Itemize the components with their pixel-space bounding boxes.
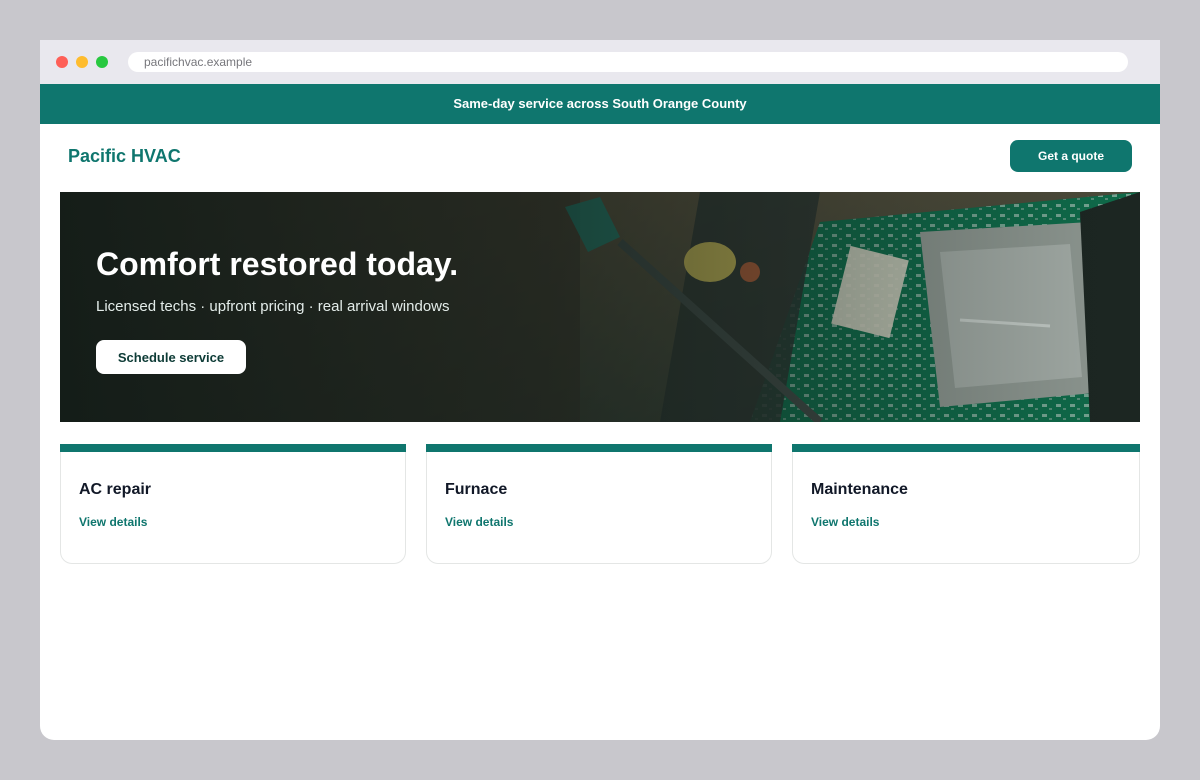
browser-window: pacifichvac.example Same-day service acr… — [40, 40, 1160, 740]
view-details-link[interactable]: View details — [445, 514, 513, 530]
get-quote-button[interactable]: Get a quote — [1010, 140, 1132, 172]
service-card-title: AC repair — [79, 481, 152, 498]
address-bar[interactable]: pacifichvac.example — [128, 52, 1128, 72]
hero-title: Comfort restored today. — [96, 246, 459, 282]
card-accent-bar — [426, 444, 772, 452]
close-window-dot[interactable] — [56, 56, 68, 68]
card-accent-bar — [60, 444, 406, 452]
hero-banner: Comfort restored today. Licensed techs ·… — [60, 192, 1140, 422]
service-card-ac-repair[interactable]: AC repair View details — [60, 444, 406, 564]
view-details-link[interactable]: View details — [811, 514, 879, 530]
maximize-window-dot[interactable] — [96, 56, 108, 68]
browser-toolbar: pacifichvac.example — [40, 40, 1160, 84]
service-card-furnace[interactable]: Furnace View details — [426, 444, 772, 564]
card-accent-bar — [792, 444, 1140, 452]
service-card-title: Maintenance — [811, 481, 908, 498]
schedule-service-button[interactable]: Schedule service — [96, 340, 246, 374]
minimize-window-dot[interactable] — [76, 56, 88, 68]
hero-subtitle: Licensed techs · upfront pricing · real … — [96, 298, 450, 315]
brand-logo[interactable]: Pacific HVAC — [68, 144, 181, 168]
view-details-link[interactable]: View details — [79, 514, 147, 530]
service-card-title: Furnace — [445, 481, 508, 498]
announcement-bar: Same-day service across South Orange Cou… — [40, 84, 1160, 124]
service-card-maintenance[interactable]: Maintenance View details — [792, 444, 1140, 564]
